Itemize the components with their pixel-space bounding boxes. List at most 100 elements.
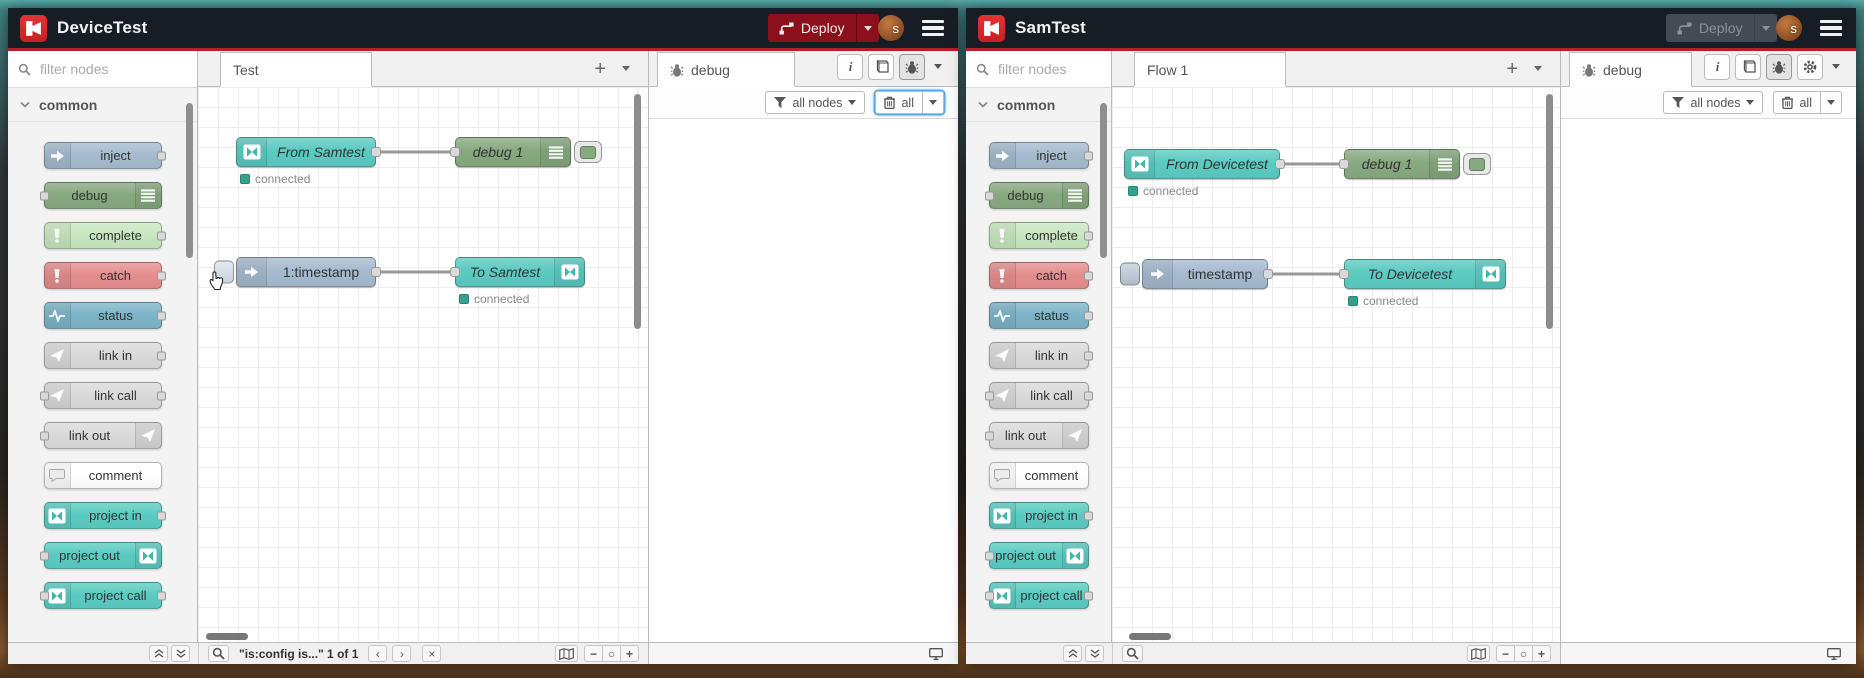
debug-filter-button[interactable]: all nodes (1663, 91, 1764, 114)
input-port[interactable] (1339, 269, 1349, 279)
search-prev-button[interactable]: ‹ (368, 645, 388, 662)
add-flow-button[interactable]: + (594, 59, 606, 79)
navigator-button[interactable] (1467, 645, 1490, 662)
flow-node-debug-1[interactable]: debug 1 (450, 137, 602, 167)
output-port[interactable] (1083, 311, 1093, 320)
search-flows-button[interactable] (1122, 645, 1143, 662)
palette-node-comment[interactable]: comment (988, 462, 1089, 489)
output-port[interactable] (156, 391, 166, 400)
debug-clear-options-button[interactable] (923, 91, 944, 114)
open-debug-window-button[interactable] (926, 645, 946, 662)
sidebar-options-button[interactable] (1828, 54, 1844, 80)
palette-node-project-out[interactable]: project out (984, 542, 1089, 569)
input-port[interactable] (984, 391, 994, 400)
zoom-out-button[interactable]: − (1496, 645, 1515, 662)
output-port[interactable] (156, 511, 166, 520)
palette-scrollbar[interactable] (186, 103, 193, 258)
zoom-reset-button[interactable]: ○ (602, 645, 621, 662)
palette-category-common[interactable]: common (966, 88, 1111, 122)
flow-node-debug-1[interactable]: debug 1 (1339, 149, 1491, 179)
palette-node-debug[interactable]: debug (984, 182, 1089, 209)
deploy-main[interactable]: Deploy (767, 14, 856, 42)
input-port[interactable] (984, 191, 994, 200)
output-port[interactable] (1083, 271, 1093, 280)
palette-filter-input[interactable] (996, 60, 1101, 78)
open-debug-window-button[interactable] (1824, 645, 1844, 662)
palette-node-link-in[interactable]: link in (43, 342, 166, 369)
palette-node-debug[interactable]: debug (39, 182, 162, 209)
user-menu[interactable]: s (1776, 15, 1802, 41)
palette-node-link-out[interactable]: link out (984, 422, 1089, 449)
debug-toggle-button[interactable] (1463, 153, 1491, 175)
palette-filter-input[interactable] (38, 60, 187, 78)
output-port[interactable] (371, 147, 381, 157)
deploy-main[interactable]: Deploy (1665, 14, 1754, 42)
help-button[interactable] (868, 53, 894, 80)
input-port[interactable] (39, 551, 49, 560)
sidebar-tab-debug[interactable]: debug (657, 52, 795, 87)
flow-tab[interactable]: Flow 1 (1134, 52, 1286, 87)
output-port[interactable] (1083, 591, 1093, 600)
palette-node-link-call[interactable]: link call (39, 382, 166, 409)
palette-expand-button[interactable] (171, 645, 190, 662)
zoom-in-button[interactable]: + (1532, 645, 1551, 662)
input-port[interactable] (450, 147, 460, 157)
flow-node-to-devicetest[interactable]: To Devicetest connected (1339, 259, 1506, 308)
palette-node-project-in[interactable]: project in (43, 502, 166, 529)
output-port[interactable] (1083, 151, 1093, 160)
debug-filter-button[interactable]: all nodes (765, 91, 866, 114)
palette-category-common[interactable]: common (8, 88, 197, 122)
output-port[interactable] (156, 311, 166, 320)
input-port[interactable] (984, 431, 994, 440)
output-port[interactable] (156, 151, 166, 160)
deploy-options-button[interactable] (855, 14, 879, 42)
palette-node-status[interactable]: status (988, 302, 1093, 329)
output-port[interactable] (1083, 391, 1093, 400)
input-port[interactable] (450, 267, 460, 277)
flow-list-button[interactable] (1534, 66, 1542, 71)
palette-node-project-call[interactable]: project call (39, 582, 166, 609)
zoom-reset-button[interactable]: ○ (1514, 645, 1533, 662)
flow-canvas[interactable]: From Devicetest connected debug 1 timest… (1112, 87, 1560, 642)
flow-tab[interactable]: Test (220, 52, 372, 87)
flow-node-to-samtest[interactable]: To Samtest connected (450, 257, 585, 306)
palette-node-inject[interactable]: inject (988, 142, 1093, 169)
debug-pane-button[interactable] (1766, 53, 1792, 80)
flow-list-button[interactable] (622, 66, 630, 71)
palette-node-link-out[interactable]: link out (39, 422, 162, 449)
output-port[interactable] (1263, 269, 1273, 279)
debug-clear-button[interactable]: all (875, 91, 923, 114)
search-flows-button[interactable] (208, 645, 229, 662)
flow-node-timestamp[interactable]: timestamp (1120, 259, 1273, 289)
debug-clear-options-button[interactable] (1821, 91, 1842, 114)
sidebar-tab-debug[interactable]: debug (1569, 52, 1692, 87)
input-port[interactable] (39, 591, 49, 600)
canvas-hscrollbar[interactable] (1129, 633, 1171, 640)
palette-node-status[interactable]: status (43, 302, 166, 329)
input-port[interactable] (984, 551, 994, 560)
info-button[interactable]: i (837, 53, 863, 80)
flow-node-1-timestamp[interactable]: 1:timestamp (214, 257, 381, 287)
settings-button[interactable] (1797, 53, 1823, 80)
palette-node-project-out[interactable]: project out (39, 542, 162, 569)
canvas-vscrollbar[interactable] (634, 94, 641, 329)
output-port[interactable] (156, 231, 166, 240)
user-menu[interactable]: s (878, 15, 904, 41)
help-button[interactable] (1735, 53, 1761, 80)
info-button[interactable]: i (1704, 53, 1730, 80)
input-port[interactable] (39, 391, 49, 400)
palette-node-catch[interactable]: catch (43, 262, 166, 289)
flow-node-from-samtest[interactable]: From Samtest connected (236, 137, 381, 186)
flow-node-from-devicetest[interactable]: From Devicetest connected (1124, 149, 1285, 198)
canvas-hscrollbar[interactable] (206, 633, 248, 640)
debug-toggle-button[interactable] (574, 141, 602, 163)
input-port[interactable] (39, 431, 49, 440)
palette-scrollbar[interactable] (1100, 103, 1107, 258)
main-menu-button[interactable] (1818, 16, 1844, 41)
navigator-button[interactable] (555, 645, 578, 662)
palette-node-inject[interactable]: inject (43, 142, 166, 169)
debug-clear-button[interactable]: all (1773, 91, 1821, 114)
palette-node-complete[interactable]: complete (43, 222, 166, 249)
palette-expand-button[interactable] (1085, 645, 1104, 662)
output-port[interactable] (156, 591, 166, 600)
